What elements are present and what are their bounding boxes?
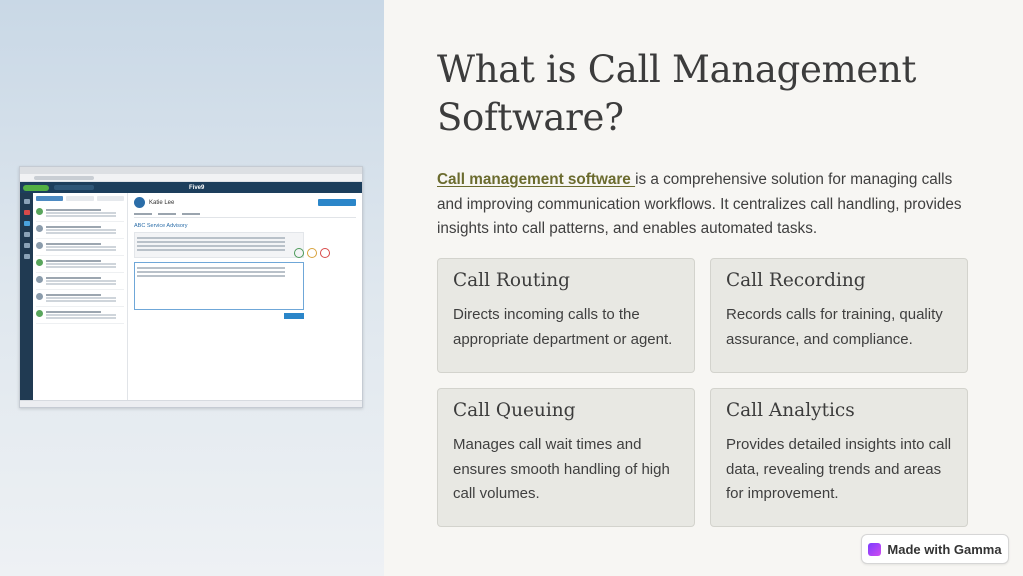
list-item (36, 205, 124, 222)
message-preview (134, 232, 304, 258)
send-button (284, 313, 304, 319)
social-icon (23, 243, 30, 248)
browser-tabs (20, 167, 362, 174)
interaction-panel: Katie Lee ABC Service Advisory (128, 193, 362, 400)
email-icon (23, 232, 30, 237)
voice-icon (23, 199, 30, 204)
card-description: Directs incoming calls to the appropriat… (453, 306, 673, 348)
made-with-gamma-button[interactable]: Made with Gamma (861, 534, 1009, 564)
contact-name: Katie Lee (149, 199, 175, 206)
ready-status-pill (23, 184, 49, 191)
list-item (36, 307, 124, 324)
card-title: Call Queuing (453, 400, 576, 421)
app-body: Katie Lee ABC Service Advisory (20, 193, 362, 400)
call-management-link[interactable]: Call management software (437, 171, 635, 188)
list-item (36, 239, 124, 256)
card-title: Call Analytics (726, 400, 855, 421)
list-item (36, 222, 124, 239)
intro-paragraph: Call management software is a comprehens… (437, 168, 977, 242)
app-nav-rail (20, 193, 33, 400)
browser-url-bar (20, 174, 362, 182)
card-call-recording: Call Recording Records calls for trainin… (710, 258, 968, 373)
list-item (36, 290, 124, 307)
slide-title: What is Call Management Software? (437, 48, 917, 139)
app-top-bar: Five9 (20, 182, 362, 193)
card-title: Call Routing (453, 270, 570, 291)
app-status-bar (20, 400, 362, 407)
card-description: Manages call wait times and ensures smoo… (453, 436, 670, 502)
card-call-routing: Call Routing Directs incoming calls to t… (437, 258, 695, 373)
settings-icon (23, 254, 30, 259)
contact-side-panel (294, 243, 356, 258)
reply-editor (134, 262, 304, 310)
card-title: Call Recording (726, 270, 866, 291)
gamma-logo-icon (868, 542, 882, 556)
card-call-queuing: Call Queuing Manages call wait times and… (437, 388, 695, 527)
timer-pill (54, 185, 94, 190)
list-item (36, 256, 124, 273)
alert-icon (23, 210, 30, 215)
app-brand: Five9 (189, 184, 205, 191)
set-disposition-button (318, 199, 356, 206)
conversation-list (33, 193, 128, 400)
call-software-screenshot: Five9 Katie Lee ABC Service Advisory (19, 166, 363, 408)
advisory-title: ABC Service Advisory (134, 223, 188, 229)
chat-icon (23, 221, 30, 226)
card-call-analytics: Call Analytics Provides detailed insight… (710, 388, 968, 527)
card-description: Provides detailed insights into call dat… (726, 436, 952, 502)
list-item (36, 273, 124, 290)
hero-image-panel: Five9 Katie Lee ABC Service Advisory (0, 0, 384, 576)
contact-avatar (134, 197, 145, 208)
gamma-badge-label: Made with Gamma (887, 541, 1002, 557)
card-description: Records calls for training, quality assu… (726, 306, 943, 348)
